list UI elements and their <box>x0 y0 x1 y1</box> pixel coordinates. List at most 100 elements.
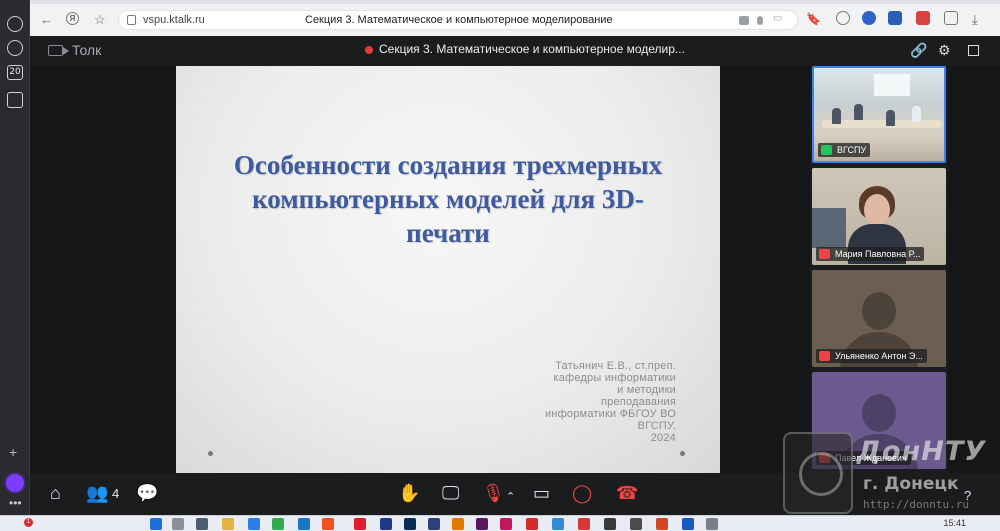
calendar-extension-icon[interactable] <box>916 11 930 25</box>
fullscreen-icon[interactable] <box>968 45 979 56</box>
mic-off-icon <box>819 351 830 361</box>
app-icon[interactable] <box>604 518 616 530</box>
camera-button[interactable]: ▭ <box>533 483 550 503</box>
presentation-slide: Особенности создания трехмерных компьюте… <box>176 66 720 473</box>
participant-tile[interactable]: Мария Павловна Р... <box>812 168 946 265</box>
app-icon[interactable] <box>552 518 564 530</box>
acrobat-reader-icon[interactable] <box>526 518 538 530</box>
illustrator-icon[interactable] <box>452 518 464 530</box>
address-bar[interactable]: vspu.ktalk.ru Секция 3. Математическое и… <box>118 10 798 30</box>
start-icon[interactable] <box>150 518 162 530</box>
app-icon[interactable] <box>630 518 642 530</box>
file-explorer-icon[interactable] <box>222 518 234 530</box>
end-call-button[interactable]: ☎ <box>616 483 638 503</box>
chrome-icon[interactable] <box>272 518 284 530</box>
avatar-silhouette <box>862 394 896 432</box>
bookshelf <box>812 208 846 248</box>
participant-tile[interactable]: Павел Жданович <box>812 372 946 469</box>
author-line: Татьянич Е.В., ст.преп. <box>555 360 676 372</box>
author-line: 2024 <box>650 432 676 444</box>
yandex-browser-icon[interactable] <box>354 518 366 530</box>
yandex-icon[interactable]: Я <box>66 12 79 25</box>
lock-icon <box>127 15 136 25</box>
browser-toolbar: ← Я ☆ vspu.ktalk.ru Секция 3. Математиче… <box>30 0 1000 36</box>
person-figure <box>886 110 895 126</box>
participant-tiles: ВГСПУ Мария Павловна Р... Ульяненко Анто… <box>810 66 948 473</box>
apps-icon[interactable]: ⌂ <box>50 483 61 503</box>
globe-icon[interactable] <box>836 11 850 25</box>
search-icon[interactable] <box>172 518 184 530</box>
vk-icon[interactable] <box>888 11 902 25</box>
gear-icon[interactable]: ⚙ <box>938 42 951 59</box>
participant-tile[interactable]: ВГСПУ <box>812 66 946 163</box>
clock-icon[interactable] <box>7 16 23 32</box>
office-icon[interactable] <box>322 518 334 530</box>
chevron-up-icon[interactable]: ⌃ <box>506 487 515 507</box>
taskbar-clock[interactable]: 15:41 <box>943 518 966 528</box>
task-view-icon[interactable] <box>196 518 208 530</box>
participant-tile[interactable]: Ульяненко Антон Э... <box>812 270 946 367</box>
participants-icon[interactable]: 👥 <box>86 483 108 503</box>
app-icon[interactable] <box>706 518 718 530</box>
extension-icon[interactable] <box>862 11 876 25</box>
powerpoint-icon[interactable] <box>656 518 668 530</box>
participant-label: Павел Жданович <box>816 451 911 465</box>
avatar-silhouette <box>862 292 896 330</box>
participant-label: Ульяненко Антон Э... <box>816 349 927 363</box>
screen-share-icon <box>821 145 832 155</box>
meeting-header: Толк Секция 3. Математическое и компьюте… <box>30 36 1000 66</box>
video-icon[interactable] <box>7 92 23 108</box>
record-button[interactable]: ◯ <box>572 483 592 503</box>
stage-margin <box>948 66 1000 473</box>
acrobat-icon[interactable] <box>428 518 440 530</box>
room-window <box>874 74 910 96</box>
slide-author: Татьянич Е.В., ст.преп. кафедры информат… <box>456 360 676 444</box>
meeting-title: Секция 3. Математическое и компьютерное … <box>379 42 685 56</box>
mic-permission-icon[interactable] <box>757 16 763 25</box>
more-icon[interactable]: ••• <box>9 496 22 510</box>
person-figure <box>854 104 863 120</box>
mic-off-icon <box>819 453 830 463</box>
downloads-manager-icon[interactable] <box>944 11 958 25</box>
premiere-icon[interactable] <box>380 518 392 530</box>
raise-hand-icon[interactable]: ✋ <box>398 483 420 503</box>
recording-indicator-icon <box>365 46 373 54</box>
app-icon[interactable] <box>500 518 512 530</box>
screen-share-button[interactable]: 🖵 <box>442 483 459 503</box>
word-icon[interactable] <box>682 518 694 530</box>
add-icon[interactable]: + <box>9 444 17 460</box>
mic-off-icon <box>819 249 830 259</box>
play-icon[interactable] <box>7 40 23 56</box>
tab-strip[interactable] <box>30 0 1000 4</box>
photoshop-icon[interactable] <box>404 518 416 530</box>
edge-icon[interactable] <box>248 518 260 530</box>
participants-count[interactable]: 4 <box>112 486 119 501</box>
assistant-icon[interactable] <box>6 474 24 492</box>
calendar-counter-badge[interactable]: 20 <box>7 65 23 80</box>
indesign-icon[interactable] <box>476 518 488 530</box>
person-face <box>864 194 890 226</box>
download-icon[interactable]: ⤓ <box>972 12 978 28</box>
link-icon[interactable]: 🔗 <box>910 42 927 59</box>
reader-icon[interactable]: ▭ <box>773 13 783 24</box>
shared-screen: Особенности создания трехмерных компьюте… <box>30 66 810 473</box>
screen: 20 + ••• ← Я ☆ vspu.ktalk.ru Секция 3. М… <box>0 0 1000 531</box>
app-icon[interactable] <box>298 518 310 530</box>
participant-name: ВГСПУ <box>837 145 867 155</box>
help-button[interactable]: ? <box>964 486 971 506</box>
person-figure <box>912 106 921 122</box>
windows-taskbar: 1 15:41 <box>0 515 1000 531</box>
back-icon[interactable]: ← <box>40 12 53 27</box>
app-name: Толк <box>72 42 102 58</box>
author-line: преподавания <box>601 396 676 408</box>
slide-title: Особенности создания трехмерных компьюте… <box>233 150 663 248</box>
author-line: ВГСПУ. <box>637 420 676 432</box>
bookmark-icon[interactable]: 🔖 <box>806 12 821 26</box>
notification-badge[interactable]: 1 <box>24 518 33 527</box>
camera-permission-icon[interactable] <box>739 16 749 25</box>
participant-name: Ульяненко Антон Э... <box>835 351 923 361</box>
bookmark-star-icon[interactable]: ☆ <box>94 12 106 28</box>
app-icon[interactable] <box>578 518 590 530</box>
chat-icon[interactable]: 💬 <box>136 483 158 503</box>
mic-off-button[interactable]: 🎙 <box>482 483 505 503</box>
